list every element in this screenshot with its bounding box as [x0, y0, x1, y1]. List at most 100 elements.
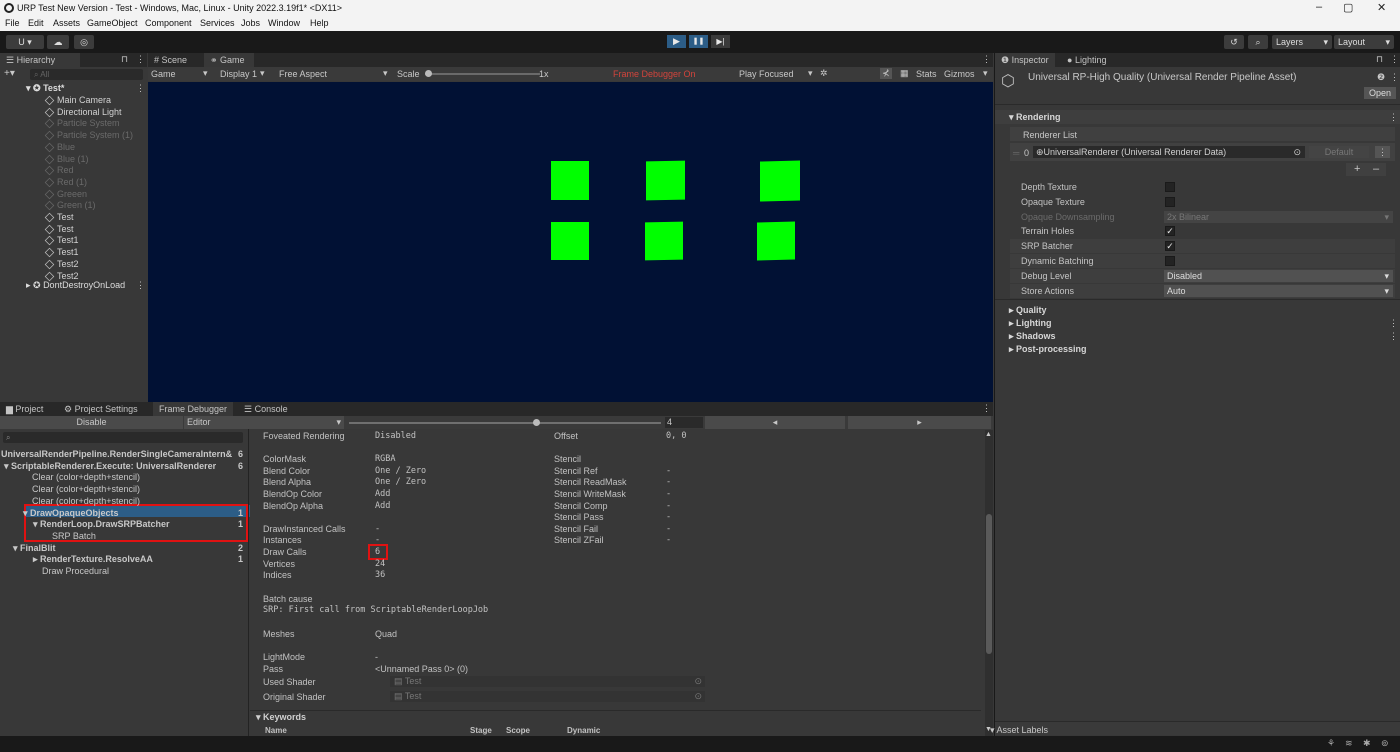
tab-frame-debugger[interactable]: Frame Debugger: [153, 402, 234, 416]
quality-foldout[interactable]: ▸ Quality: [1009, 305, 1047, 316]
add-renderer-button[interactable]: +: [1354, 163, 1360, 175]
foldout-arrow-icon[interactable]: ▾: [4, 461, 11, 471]
hierarchy-item[interactable]: Red: [57, 165, 74, 175]
scroll-up-icon[interactable]: ▲: [985, 431, 992, 438]
open-button[interactable]: Open: [1364, 87, 1396, 99]
layers-dropdown[interactable]: Layers ▾: [1272, 35, 1332, 49]
gizmos-button[interactable]: Gizmos: [944, 69, 975, 79]
more-icon[interactable]: ⋮: [136, 54, 145, 65]
event-tree-item[interactable]: Draw Procedural: [42, 566, 109, 576]
hierarchy-item[interactable]: Directional Light: [57, 107, 122, 117]
remove-renderer-button[interactable]: –: [1373, 163, 1379, 175]
setting-checkbox[interactable]: [1165, 196, 1175, 207]
more-icon[interactable]: ⋮: [1390, 54, 1399, 65]
default-button[interactable]: Default: [1309, 146, 1369, 158]
more-icon[interactable]: ⋮: [982, 54, 991, 65]
hierarchy-item[interactable]: Test1: [57, 235, 79, 245]
hierarchy-item[interactable]: Greeen: [57, 189, 87, 199]
menu-services[interactable]: Services: [200, 18, 235, 28]
menu-help[interactable]: Help: [310, 18, 329, 28]
hierarchy-item[interactable]: Blue: [57, 142, 75, 152]
event-slider-handle[interactable]: [533, 419, 540, 426]
setting-checkbox[interactable]: ✓: [1165, 226, 1175, 237]
prev-event-button[interactable]: ◂: [705, 416, 845, 429]
step-button[interactable]: ▶|: [711, 35, 730, 48]
menu-jobs[interactable]: Jobs: [241, 18, 260, 28]
rendering-foldout[interactable]: ▾ Rendering: [1009, 112, 1061, 123]
event-tree-item[interactable]: ▾ FinalBlit: [13, 543, 56, 554]
progress-icon[interactable]: ⚘: [1327, 738, 1335, 749]
renderer-field[interactable]: ⊕UniversalRenderer (Universal Renderer D…: [1033, 146, 1305, 158]
hierarchy-item[interactable]: Test2: [57, 271, 79, 281]
scale-slider-track[interactable]: [425, 73, 540, 75]
close-button[interactable]: ✕: [1377, 1, 1386, 14]
menu-component[interactable]: Component: [145, 18, 192, 28]
lighting-foldout[interactable]: ▸ Lighting: [1009, 318, 1052, 329]
lock-icon[interactable]: ⊓: [121, 54, 128, 65]
stats-button[interactable]: Stats: [916, 69, 937, 79]
bug-icon[interactable]: ✲: [820, 68, 828, 79]
mute-icon[interactable]: ⊀: [880, 68, 892, 79]
tab-scene[interactable]: # Scene: [148, 53, 193, 67]
post-processing-foldout[interactable]: ▸ Post-processing: [1009, 344, 1087, 355]
menu-gameobject[interactable]: GameObject: [87, 18, 138, 28]
renderer-menu-icon[interactable]: ⋮: [1375, 146, 1390, 158]
foldout-arrow-icon[interactable]: ▾: [33, 519, 40, 529]
setting-dropdown[interactable]: 2x Bilinear ▾: [1164, 210, 1393, 223]
event-tree-item[interactable]: ▸ RenderTexture.ResolveAA: [33, 554, 153, 565]
drag-handle-icon[interactable]: ═: [1013, 148, 1019, 158]
account-button[interactable]: U ▾: [6, 35, 44, 49]
menu-window[interactable]: Window: [268, 18, 300, 28]
more-icon[interactable]: ⋮: [1389, 318, 1398, 329]
setting-dropdown[interactable]: Auto ▾: [1164, 284, 1393, 297]
layout-dropdown[interactable]: Layout ▾: [1334, 35, 1394, 49]
play-button[interactable]: ▶: [667, 35, 686, 48]
hierarchy-item[interactable]: Particle System (1): [57, 130, 133, 140]
hierarchy-item[interactable]: Main Camera: [57, 95, 111, 105]
tab-lighting[interactable]: ● Lighting: [1061, 53, 1112, 67]
shadows-foldout[interactable]: ▸ Shadows: [1009, 331, 1056, 342]
tab-hierarchy[interactable]: ☰ Hierarchy: [0, 53, 80, 67]
tab-inspector[interactable]: ❶ Inspector: [995, 53, 1055, 67]
menu-assets[interactable]: Assets: [53, 18, 80, 28]
aspect-dropdown[interactable]: Free Aspect: [279, 69, 327, 79]
hierarchy-item[interactable]: Test: [57, 224, 74, 234]
hierarchy-item[interactable]: Test2: [57, 259, 79, 269]
event-search-input[interactable]: ⌕: [3, 432, 243, 443]
more-icon[interactable]: ⋮: [982, 403, 991, 414]
add-icon[interactable]: +▾: [4, 68, 15, 79]
event-tree-item[interactable]: ▾ DrawOpaqueObjects: [23, 508, 119, 519]
search-icon[interactable]: ⌕: [1248, 35, 1268, 49]
original-shader-field[interactable]: ▤ Test ⊙: [390, 691, 705, 702]
foldout-arrow-icon[interactable]: ▾: [13, 543, 20, 553]
lock-icon[interactable]: ⊓: [1376, 54, 1383, 65]
maximize-button[interactable]: ▢: [1343, 1, 1353, 14]
settings-icon[interactable]: ⊚: [1381, 738, 1389, 749]
setting-dropdown[interactable]: Disabled ▾: [1164, 269, 1393, 282]
menu-edit[interactable]: Edit: [28, 18, 44, 28]
tab-project[interactable]: ▆ Project: [0, 402, 49, 416]
collab-icon[interactable]: ◎: [74, 35, 94, 49]
hierarchy-item[interactable]: Test1: [57, 247, 79, 257]
help-icon[interactable]: ❷: [1377, 72, 1385, 83]
hierarchy-search-input[interactable]: ⌕ All: [30, 69, 143, 80]
event-slider-track[interactable]: [349, 422, 661, 424]
hierarchy-item[interactable]: Blue (1): [57, 154, 89, 164]
pause-button[interactable]: ❚❚: [689, 35, 708, 48]
more-icon[interactable]: ⋮: [1389, 331, 1398, 342]
event-tree-item[interactable]: Clear (color+depth+stencil): [32, 496, 140, 506]
hierarchy-item[interactable]: Green (1): [57, 200, 96, 210]
hierarchy-item[interactable]: Red (1): [57, 177, 87, 187]
next-event-button[interactable]: ▸: [848, 416, 991, 429]
menu-file[interactable]: File: [5, 18, 20, 28]
event-tree-item[interactable]: ▾ RenderLoop.DrawSRPBatcher: [33, 519, 170, 530]
tab-game[interactable]: ⚭ Game: [204, 53, 254, 67]
disable-button[interactable]: Disable: [0, 416, 183, 429]
setting-checkbox[interactable]: ✓: [1165, 241, 1175, 252]
tab-project-settings[interactable]: ⚙ Project Settings: [58, 402, 144, 416]
setting-checkbox[interactable]: [1165, 182, 1175, 192]
cloud-icon[interactable]: ☁: [47, 35, 69, 49]
more-icon[interactable]: ⋮: [1389, 112, 1398, 123]
scene-root[interactable]: ▾ ✪ Test*: [26, 83, 64, 94]
foldout-arrow-icon[interactable]: ▾: [23, 508, 30, 518]
